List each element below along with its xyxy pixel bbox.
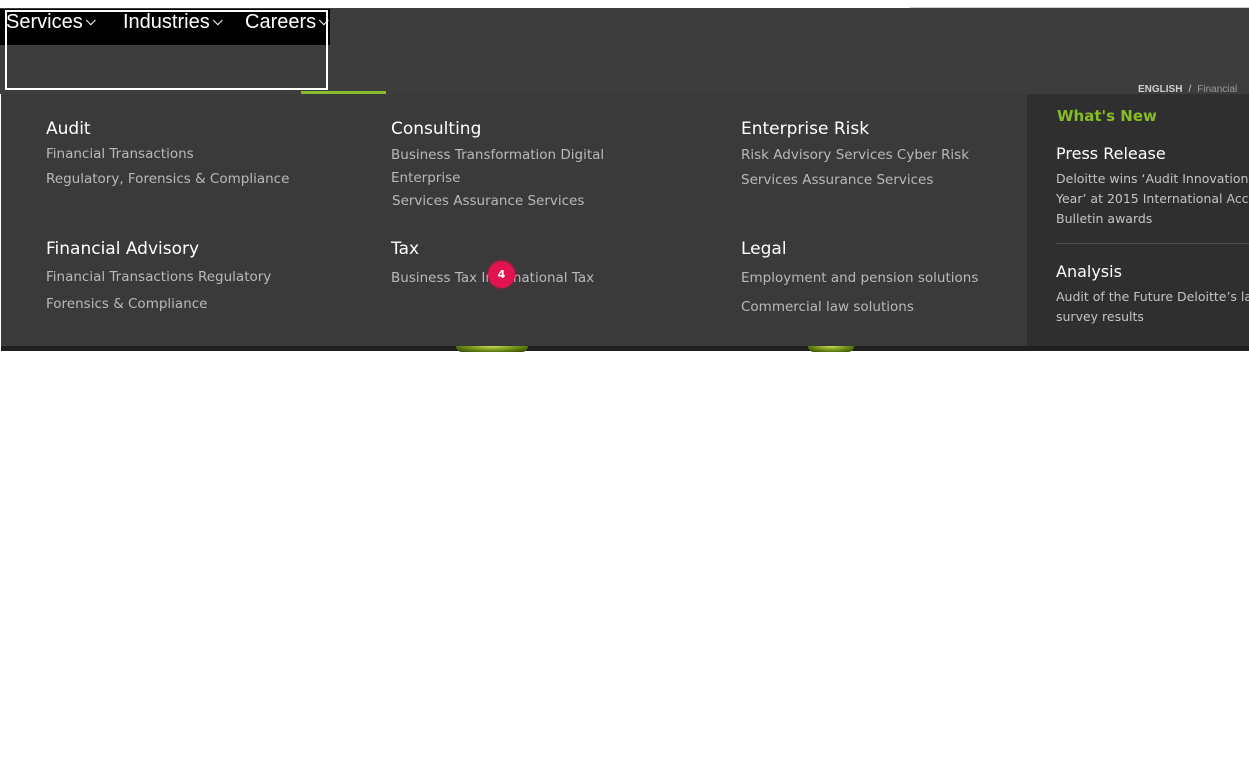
nav-item-label: Careers xyxy=(245,11,317,33)
whats-new-panel: What's New Press Release Deloitte wins ‘… xyxy=(1027,94,1249,346)
chevron-down-icon xyxy=(85,15,96,26)
hero-image-fragment xyxy=(808,346,854,352)
news-item-text[interactable]: survey results xyxy=(1056,309,1144,324)
menu-link[interactable]: Regulatory, Forensics & Compliance xyxy=(46,171,289,187)
nav-item-label: Industries xyxy=(123,11,210,33)
menu-link[interactable]: Services Assurance Services xyxy=(741,172,933,188)
news-item-type[interactable]: Analysis xyxy=(1056,262,1122,281)
menu-bottom-edge xyxy=(1,346,1249,351)
menu-link[interactable]: Forensics & Compliance xyxy=(46,296,207,312)
nav-sub-panel xyxy=(7,45,327,88)
news-item-text[interactable]: Year’ at 2015 International Accounting xyxy=(1056,191,1249,206)
menu-heading-legal[interactable]: Legal xyxy=(741,239,787,259)
menu-heading-audit[interactable]: Audit xyxy=(46,119,91,139)
menu-link[interactable]: Financial Transactions xyxy=(46,146,194,162)
news-item-text[interactable]: Audit of the Future Deloitte’s latest xyxy=(1056,289,1249,304)
menu-link[interactable]: Employment and pension solutions xyxy=(741,270,978,286)
news-item-text[interactable]: Deloitte wins ‘Audit Innovation of the xyxy=(1056,171,1249,186)
menu-link[interactable]: Commercial law solutions xyxy=(741,299,914,315)
menu-link[interactable]: Services Assurance Services xyxy=(392,193,584,209)
nav-item-label: Services xyxy=(6,11,83,33)
nav-item-industries[interactable]: Industries xyxy=(123,11,223,34)
top-navigation: Services Industries Careers xyxy=(0,9,330,45)
hero-image-fragment xyxy=(456,346,528,352)
menu-heading-tax[interactable]: Tax xyxy=(391,239,419,259)
chevron-down-icon xyxy=(318,15,329,26)
menu-link[interactable]: Financial Transactions Regulatory xyxy=(46,269,271,285)
header-rule xyxy=(910,7,1249,8)
news-divider xyxy=(1056,243,1249,244)
menu-heading-financial-advisory[interactable]: Financial Advisory xyxy=(46,239,199,259)
nav-item-services[interactable]: Services xyxy=(6,11,96,34)
menu-link[interactable]: Business Transformation Digital xyxy=(391,147,604,163)
news-item-text[interactable]: Bulletin awards xyxy=(1056,211,1152,226)
news-item-type[interactable]: Press Release xyxy=(1056,144,1166,163)
nav-item-careers[interactable]: Careers xyxy=(245,11,329,34)
menu-heading-enterprise-risk[interactable]: Enterprise Risk xyxy=(741,119,869,139)
chevron-down-icon xyxy=(212,15,223,26)
menu-link[interactable]: Enterprise xyxy=(391,170,460,186)
whats-new-title: What's New xyxy=(1057,107,1157,125)
step-number-badge: 4 xyxy=(488,261,515,288)
menu-link[interactable]: Risk Advisory Services Cyber Risk xyxy=(741,147,969,163)
menu-heading-consulting[interactable]: Consulting xyxy=(391,119,481,139)
